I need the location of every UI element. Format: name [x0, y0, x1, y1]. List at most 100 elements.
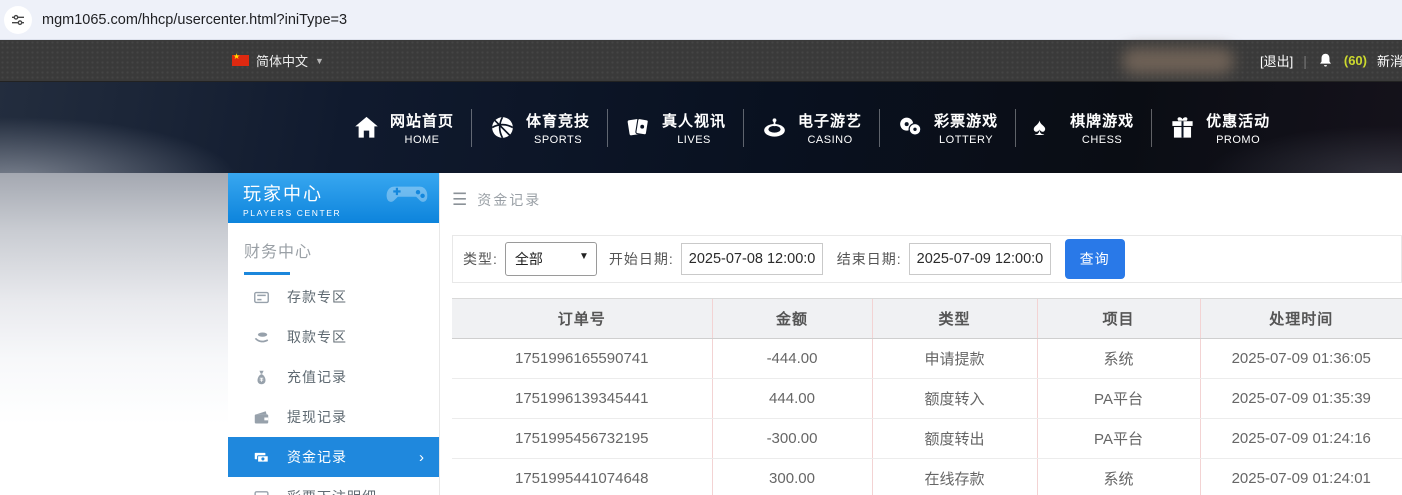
nav-label-en: PROMO — [1216, 134, 1260, 146]
tune-icon[interactable] — [4, 6, 32, 34]
col-header-process-time: 处理时间 — [1200, 299, 1402, 339]
logout-link[interactable]: [退出] — [1260, 51, 1293, 70]
main-panel: ☰ 资金记录 类型: 全部 ▼ 开始日期: 结束日期: 查询 订单号 金额 — [440, 173, 1402, 495]
players-center-header[interactable]: 玩家中心 PLAYERS CENTER — [228, 173, 439, 223]
deposit-card-icon — [253, 289, 270, 306]
sidebar-subtitle: PLAYERS CENTER — [243, 208, 439, 218]
sidebar-item-label: 资金记录 — [287, 447, 347, 467]
topbar-divider: | — [1303, 53, 1307, 69]
cell-order-no: 1751995441074648 — [452, 459, 712, 495]
sidebar-item-deposit-zone[interactable]: 存款专区 — [228, 277, 439, 317]
hand-money-icon — [253, 329, 270, 346]
main-nav: 网站首页 HOME 体育竞技 SPORTS 真人视讯 LIVES 电子游艺 — [336, 82, 1287, 173]
cell-process-time: 2025-07-09 01:35:39 — [1200, 379, 1402, 419]
background-left — [0, 173, 228, 495]
cell-amount: 444.00 — [712, 379, 872, 419]
nav-label-en: CASINO — [807, 134, 852, 146]
chevron-down-icon: ▼ — [315, 56, 324, 66]
cell-project: 系统 — [1037, 339, 1200, 379]
search-button[interactable]: 查询 — [1065, 239, 1125, 279]
nav-item-lottery[interactable]: 彩票游戏 LOTTERY — [880, 110, 1015, 146]
sidebar-item-recharge-record[interactable]: 充值记录 — [228, 357, 439, 397]
bell-icon[interactable] — [1317, 52, 1334, 69]
home-icon — [353, 114, 380, 141]
nav-label-en: SPORTS — [534, 134, 582, 146]
sidebar-item-withdrawal-record[interactable]: 提现记录 — [228, 397, 439, 437]
playing-cards-icon — [625, 114, 652, 141]
sidebar-item-label: 存款专区 — [287, 287, 347, 307]
nav-item-lives[interactable]: 真人视讯 LIVES — [608, 110, 743, 146]
start-date-input[interactable] — [681, 243, 823, 275]
table-row: 1751995441074648 300.00 在线存款 系统 2025-07-… — [452, 459, 1402, 495]
username-blurred — [1122, 48, 1234, 74]
cell-order-no: 1751996139345441 — [452, 379, 712, 419]
spade-icon: ♠ — [1033, 114, 1060, 141]
sidebar-item-label: 取款专区 — [287, 327, 347, 347]
sidebar-item-label: 彩票下注明细 — [287, 487, 377, 495]
topbar: ★ 简体中文 ▼ [退出] | (60) 新消息 — [0, 40, 1402, 82]
col-header-type: 类型 — [872, 299, 1037, 339]
col-header-amount: 金额 — [712, 299, 872, 339]
cell-type: 额度转出 — [872, 419, 1037, 459]
table-row: 1751996165590741 -444.00 申请提款 系统 2025-07… — [452, 339, 1402, 379]
cell-order-no: 1751995456732195 — [452, 419, 712, 459]
nav-item-promo[interactable]: 优惠活动 PROMO — [1152, 110, 1287, 146]
message-label[interactable]: 新消息 — [1377, 51, 1402, 70]
nav-label-en: CHESS — [1082, 134, 1122, 146]
type-select-wrap: 全部 ▼ — [505, 242, 597, 276]
sidebar-item-label: 提现记录 — [287, 407, 347, 427]
end-date-label: 结束日期: — [837, 249, 902, 269]
url-text[interactable]: mgm1065.com/hhcp/usercenter.html?iniType… — [42, 12, 347, 28]
cell-process-time: 2025-07-09 01:24:16 — [1200, 419, 1402, 459]
cell-order-no: 1751996165590741 — [452, 339, 712, 379]
hero-banner: 网站首页 HOME 体育竞技 SPORTS 真人视讯 LIVES 电子游艺 — [0, 82, 1402, 173]
nav-label-zh: 真人视讯 — [662, 110, 726, 131]
cell-project: 系统 — [1037, 459, 1200, 495]
nav-item-chess[interactable]: ♠ 棋牌游戏 CHESS — [1016, 110, 1151, 146]
lottery-balls-icon — [897, 114, 924, 141]
filter-panel: 类型: 全部 ▼ 开始日期: 结束日期: 查询 — [452, 235, 1402, 283]
gamepad-icon — [385, 179, 429, 209]
nav-item-home[interactable]: 网站首页 HOME — [336, 110, 471, 146]
funds-record-table: 订单号 金额 类型 项目 处理时间 1751996165590741 -444.… — [452, 298, 1402, 495]
cell-type: 申请提款 — [872, 339, 1037, 379]
nav-label-en: LIVES — [677, 134, 711, 146]
sidebar-item-lottery-bet-details[interactable]: 彩票下注明细 — [228, 477, 439, 495]
table-row: 1751995456732195 -300.00 额度转出 PA平台 2025-… — [452, 419, 1402, 459]
sidebar-item-withdraw-zone[interactable]: 取款专区 — [228, 317, 439, 357]
sidebar-item-funds-record[interactable]: 资金记录 › — [228, 437, 439, 477]
cash-icon — [253, 449, 270, 466]
hamburger-icon: ☰ — [452, 190, 467, 210]
end-date-input[interactable] — [909, 243, 1051, 275]
cell-amount: 300.00 — [712, 459, 872, 495]
finance-center-section-title: 财务中心 — [228, 223, 439, 273]
nav-label-en: LOTTERY — [939, 134, 993, 146]
start-date-label: 开始日期: — [609, 249, 674, 269]
language-label: 简体中文 — [256, 51, 308, 70]
cell-process-time: 2025-07-09 01:24:01 — [1200, 459, 1402, 495]
cell-amount: -444.00 — [712, 339, 872, 379]
type-select[interactable]: 全部 — [505, 242, 597, 276]
nav-item-sports[interactable]: 体育竞技 SPORTS — [472, 110, 607, 146]
nav-label-zh: 彩票游戏 — [934, 110, 998, 131]
col-header-project: 项目 — [1037, 299, 1200, 339]
language-selector[interactable]: ★ 简体中文 ▼ — [232, 51, 324, 70]
sidebar-item-label: 充值记录 — [287, 367, 347, 387]
gift-icon — [1169, 114, 1196, 141]
page-title: 资金记录 — [477, 190, 541, 210]
cell-project: PA平台 — [1037, 419, 1200, 459]
cell-type: 在线存款 — [872, 459, 1037, 495]
sidebar-menu: 存款专区 取款专区 充值记录 提现记录 资金记录 › 彩票下注明细 — [228, 277, 439, 495]
message-count[interactable]: (60) — [1344, 53, 1367, 68]
roulette-icon — [761, 114, 788, 141]
table-header-row: 订单号 金额 类型 项目 处理时间 — [452, 299, 1402, 339]
nav-label-zh: 棋牌游戏 — [1070, 110, 1134, 131]
col-header-order-no: 订单号 — [452, 299, 712, 339]
nav-label-zh: 体育竞技 — [526, 110, 590, 131]
breadcrumb: ☰ 资金记录 — [452, 173, 1402, 223]
cell-amount: -300.00 — [712, 419, 872, 459]
topbar-right: [退出] | (60) 新消息 — [1122, 40, 1402, 81]
nav-item-casino[interactable]: 电子游艺 CASINO — [744, 110, 879, 146]
basketball-icon — [489, 114, 516, 141]
cell-type: 额度转入 — [872, 379, 1037, 419]
